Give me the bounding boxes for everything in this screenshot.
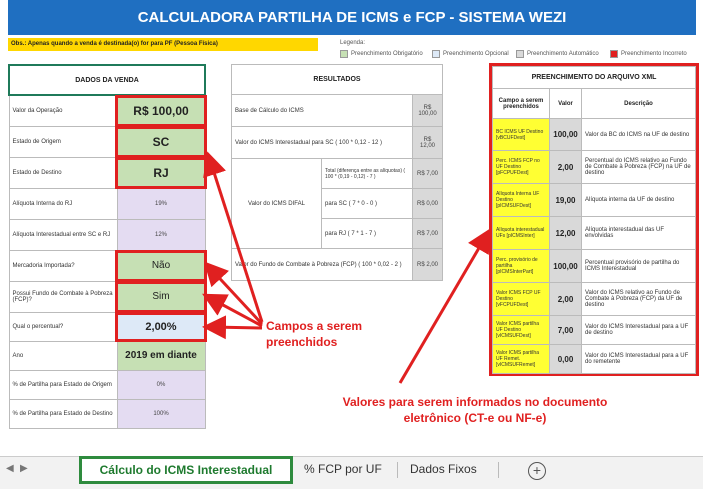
campos-annotation: Campos a serem preenchidos	[266, 319, 363, 349]
tab-divider	[397, 462, 398, 478]
tab-calculo-icms[interactable]: Cálculo do ICMS Interestadual	[79, 456, 293, 484]
add-sheet-icon[interactable]: +	[528, 462, 546, 480]
arrow	[398, 228, 491, 384]
tab-fcp-por-uf[interactable]: % FCP por UF	[304, 462, 382, 476]
scroll-left-icon[interactable]: ◀	[6, 463, 14, 474]
scroll-right-icon[interactable]: ▶	[20, 463, 28, 474]
tab-dados-fixos[interactable]: Dados Fixos	[410, 462, 477, 476]
arrow	[202, 315, 263, 340]
tab-divider	[498, 462, 499, 478]
valores-annotation: Valores para serem informados no documen…	[342, 395, 608, 425]
